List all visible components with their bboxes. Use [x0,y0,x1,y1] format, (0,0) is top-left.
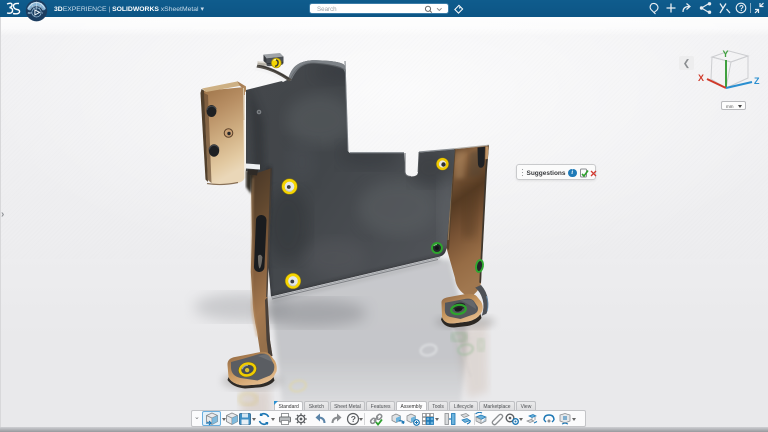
svg-text:Z: Z [754,76,760,86]
svg-text:?: ? [351,414,356,424]
svg-text:/: / [42,11,43,15]
svg-text:X: X [698,73,704,83]
svg-text:Y: Y [723,49,729,59]
svg-text:?: ? [739,4,744,13]
